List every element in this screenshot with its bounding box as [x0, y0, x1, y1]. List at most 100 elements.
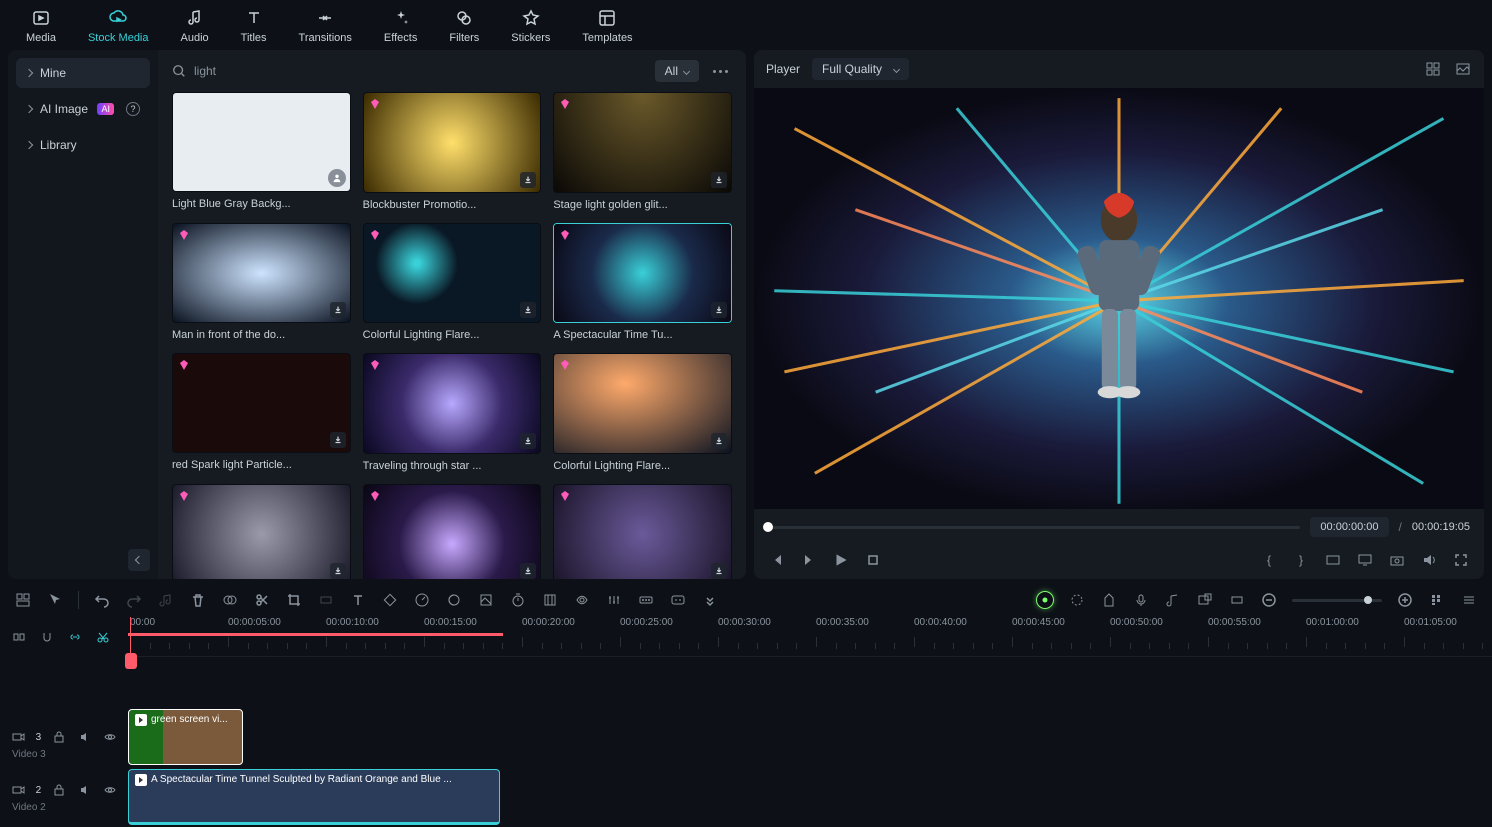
more-options-button[interactable]	[709, 66, 732, 77]
download-icon[interactable]	[330, 563, 346, 579]
player-viewport[interactable]	[754, 88, 1484, 509]
play-button[interactable]	[832, 551, 850, 569]
mark-in-button[interactable]: {	[1260, 551, 1278, 569]
sidebar-item-mine[interactable]: Mine	[16, 58, 150, 88]
picture-icon[interactable]	[1454, 60, 1472, 78]
display-button[interactable]	[1356, 551, 1374, 569]
text-button[interactable]	[349, 591, 367, 609]
snap-button[interactable]	[1228, 591, 1246, 609]
lock-button[interactable]	[51, 728, 67, 746]
playhead[interactable]	[130, 617, 131, 656]
timeline-main[interactable]: 00:0000:00:05:0000:00:10:0000:00:15:0000…	[128, 617, 1492, 827]
media-card[interactable]: Stage light golden glit...	[553, 92, 732, 211]
zoom-out-button[interactable]	[1260, 591, 1278, 609]
clip-time-tunnel[interactable]: A Spectacular Time Tunnel Sculpted by Ra…	[128, 769, 500, 825]
media-card[interactable]: Colorful Lighting Flare...	[363, 223, 542, 342]
tracks-area[interactable]: green screen vi... A Spectacular Time Tu…	[128, 657, 1492, 827]
mute-button[interactable]	[77, 781, 93, 799]
magnet-button[interactable]	[38, 628, 56, 646]
timer-button[interactable]	[509, 591, 527, 609]
keyframe-button[interactable]	[381, 591, 399, 609]
search-input[interactable]: light	[172, 64, 645, 78]
motion-button[interactable]	[573, 591, 591, 609]
music-button[interactable]	[157, 591, 175, 609]
download-icon[interactable]	[520, 563, 536, 579]
media-card[interactable]: Man in front of the do...	[172, 223, 351, 342]
clip-green-screen[interactable]: green screen vi...	[128, 709, 243, 765]
view-options-button[interactable]	[1428, 591, 1446, 609]
download-icon[interactable]	[520, 302, 536, 318]
cursor-button[interactable]	[46, 591, 64, 609]
nav-audio[interactable]: Audio	[175, 6, 215, 46]
audio-mix-button[interactable]	[1164, 591, 1182, 609]
redo-button[interactable]	[125, 591, 143, 609]
export-frame-button[interactable]	[1196, 591, 1214, 609]
volume-button[interactable]	[1420, 551, 1438, 569]
visibility-button[interactable]	[102, 781, 118, 799]
media-card[interactable]: Colorful Lighting Flare...	[553, 353, 732, 472]
record-button[interactable]	[1132, 591, 1150, 609]
media-card[interactable]: Hyperspace jump into...	[553, 484, 732, 580]
render-button[interactable]	[1068, 591, 1086, 609]
more-tools-button[interactable]	[701, 591, 719, 609]
media-card[interactable]: Traveling through star ...	[363, 353, 542, 472]
progress-slider[interactable]	[768, 526, 1300, 529]
download-icon[interactable]	[520, 433, 536, 449]
zoom-in-button[interactable]	[1396, 591, 1414, 609]
blank-button[interactable]	[317, 591, 335, 609]
ai-tools-button[interactable]	[1036, 591, 1054, 609]
nav-effects[interactable]: Effects	[378, 6, 423, 46]
media-card[interactable]: red Spark light Particle...	[172, 353, 351, 472]
undo-button[interactable]	[93, 591, 111, 609]
split-button[interactable]	[253, 591, 271, 609]
media-card[interactable]: Blockbuster Promotio...	[363, 92, 542, 211]
media-card[interactable]: Logo Reveal Backgrou...	[363, 484, 542, 580]
media-card[interactable]: Camera on spaceship ...	[172, 484, 351, 580]
speed-button[interactable]	[413, 591, 431, 609]
lock-button[interactable]	[51, 781, 67, 799]
download-icon[interactable]	[711, 563, 727, 579]
nav-transitions[interactable]: Transitions	[293, 6, 358, 46]
visibility-button[interactable]	[102, 728, 118, 746]
track-row-video3[interactable]: green screen vi...	[128, 707, 1492, 767]
snapshot-button[interactable]	[1388, 551, 1406, 569]
download-icon[interactable]	[330, 302, 346, 318]
mask-button[interactable]	[221, 591, 239, 609]
quality-dropdown[interactable]: Full Quality	[812, 58, 909, 80]
collapse-sidebar-button[interactable]	[128, 549, 150, 571]
stop-button[interactable]	[864, 551, 882, 569]
prev-frame-button[interactable]	[768, 551, 786, 569]
nav-templates[interactable]: Templates	[576, 6, 638, 46]
filter-dropdown[interactable]: All	[655, 60, 699, 82]
caption-button[interactable]	[637, 591, 655, 609]
current-timecode[interactable]: 00:00:00:00	[1310, 517, 1388, 537]
media-card[interactable]: A Spectacular Time Tu...	[553, 223, 732, 342]
adjust-button[interactable]	[605, 591, 623, 609]
subtitle-button[interactable]	[669, 591, 687, 609]
delete-button[interactable]	[189, 591, 207, 609]
download-icon[interactable]	[711, 302, 727, 318]
sidebar-item-ai-image[interactable]: AI Image AI ?	[16, 94, 150, 124]
play-forward-button[interactable]	[800, 551, 818, 569]
fullscreen-button[interactable]	[1452, 551, 1470, 569]
zoom-slider[interactable]	[1292, 599, 1382, 602]
nav-stickers[interactable]: Stickers	[505, 6, 556, 46]
link-a-button[interactable]	[66, 628, 84, 646]
sidebar-item-library[interactable]: Library	[16, 130, 150, 160]
track-button[interactable]	[541, 591, 559, 609]
nav-media[interactable]: Media	[20, 6, 62, 46]
track-row-video2[interactable]: A Spectacular Time Tunnel Sculpted by Ra…	[128, 767, 1492, 827]
download-icon[interactable]	[520, 172, 536, 188]
crop-button[interactable]	[285, 591, 303, 609]
download-icon[interactable]	[711, 433, 727, 449]
mute-button[interactable]	[77, 728, 93, 746]
layout-button[interactable]	[14, 591, 32, 609]
ratio-button[interactable]	[1324, 551, 1342, 569]
color-button[interactable]	[445, 591, 463, 609]
grid-view-icon[interactable]	[1424, 60, 1442, 78]
nav-filters[interactable]: Filters	[443, 6, 485, 46]
progress-thumb[interactable]	[763, 522, 773, 532]
media-card[interactable]: Light Blue Gray Backg...	[172, 92, 351, 211]
download-icon[interactable]	[711, 172, 727, 188]
cut-mode-button[interactable]	[94, 628, 112, 646]
